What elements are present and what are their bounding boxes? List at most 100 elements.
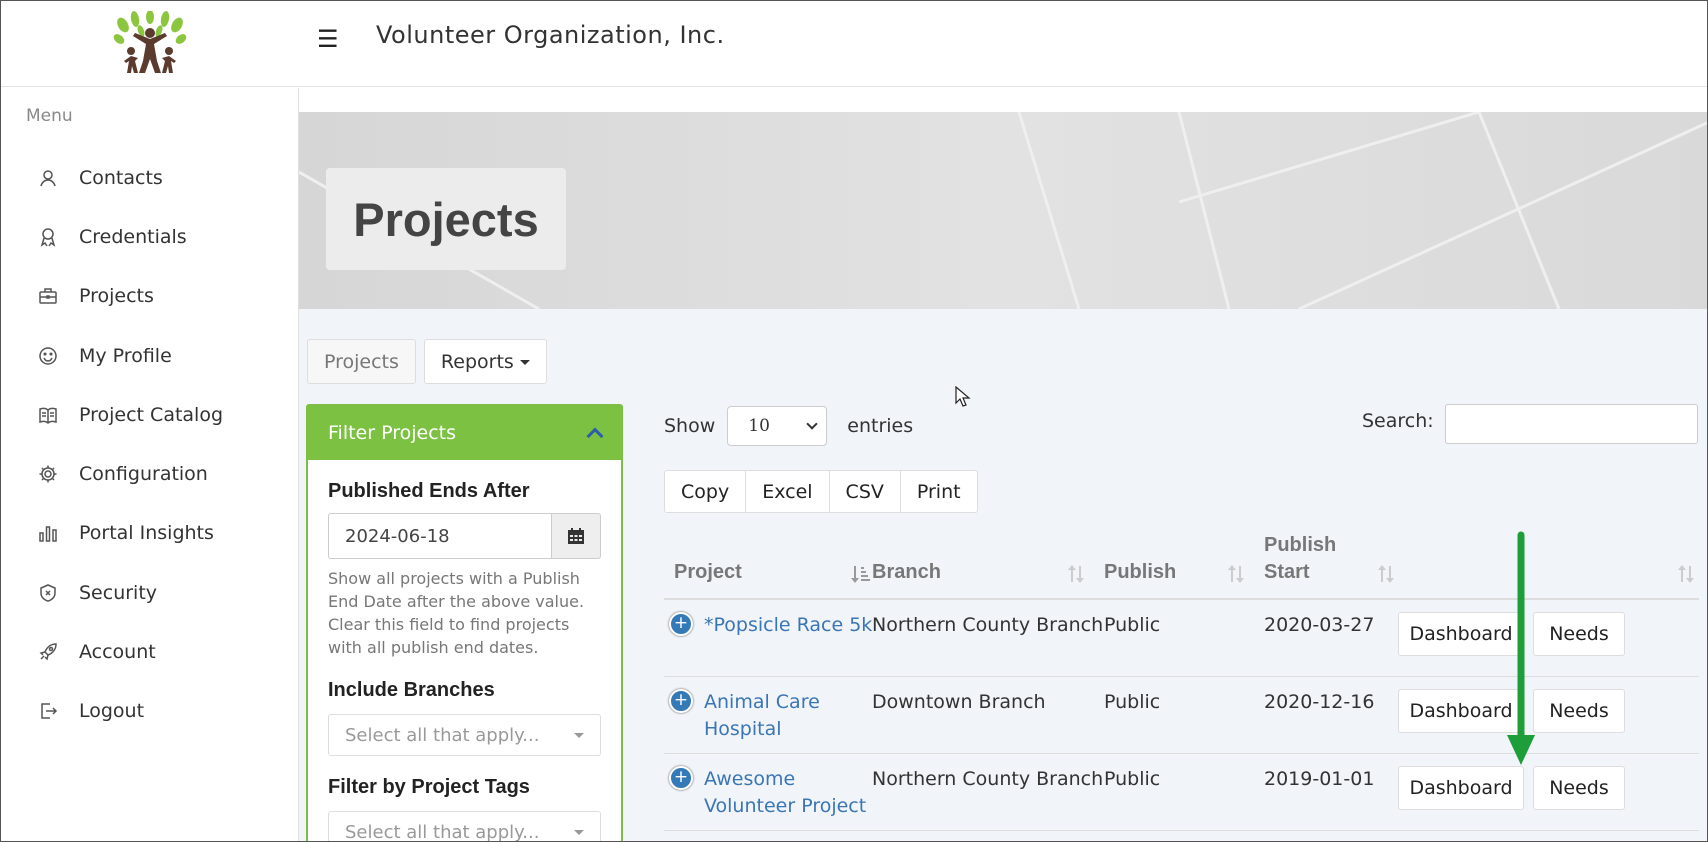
needs-button[interactable]: Needs (1533, 689, 1625, 733)
sort-desc-icon[interactable] (850, 564, 870, 584)
calendar-button[interactable] (551, 513, 601, 559)
bar-chart-icon (37, 522, 59, 544)
publish-start-cell: 2020-03-27 (1264, 614, 1375, 636)
header-branch[interactable]: Branch (872, 559, 941, 586)
published-ends-label: Published Ends After (328, 480, 530, 502)
csv-button[interactable]: CSV (828, 470, 901, 513)
hamburger-menu-icon[interactable]: ☰ (317, 25, 339, 53)
export-buttons: Copy Excel CSV Print (664, 470, 978, 513)
tags-select[interactable]: Select all that apply... (328, 811, 601, 842)
sidebar-item-account[interactable]: Account (1, 622, 299, 681)
sidebar-nav: Contacts Credentials Projects My Profile… (1, 148, 299, 741)
top-stripe (299, 88, 1707, 112)
menu-label: Menu (26, 106, 73, 126)
filter-panel-title: Filter Projects (328, 422, 456, 444)
smiley-icon (37, 345, 59, 367)
organization-logo (113, 11, 187, 73)
publish-start-cell: 2019-01-01 (1264, 768, 1375, 790)
sidebar-item-configuration[interactable]: Configuration (1, 444, 299, 503)
shield-icon (37, 582, 59, 604)
needs-button[interactable]: Needs (1533, 612, 1625, 656)
top-bar: ☰ Volunteer Organization, Inc. (1, 1, 1707, 87)
projects-table: Project Branch Publish Publish Start + *… (664, 533, 1699, 831)
header-publish[interactable]: Publish (1104, 559, 1176, 586)
sidebar-item-label: My Profile (79, 344, 172, 367)
chevron-down-icon (806, 418, 818, 430)
project-link[interactable]: Awesome Volunteer Project (704, 766, 874, 820)
sidebar-item-projects[interactable]: Projects (1, 267, 299, 326)
page-tabs: Projects Reports (307, 339, 547, 384)
search-input[interactable] (1445, 404, 1698, 444)
mouse-cursor-icon (955, 386, 971, 407)
excel-button[interactable]: Excel (745, 470, 830, 513)
tags-placeholder: Select all that apply... (345, 821, 540, 842)
publish-cell: Public (1104, 614, 1161, 636)
tab-reports-label: Reports (440, 350, 514, 373)
chevron-up-icon[interactable] (586, 427, 604, 445)
calendar-icon (568, 528, 584, 544)
sidebar-item-project-catalog[interactable]: Project Catalog (1, 385, 299, 444)
sidebar-item-label: Account (79, 641, 156, 664)
tab-projects[interactable]: Projects (307, 339, 416, 384)
sidebar-item-credentials[interactable]: Credentials (1, 207, 299, 266)
copy-button[interactable]: Copy (664, 470, 747, 513)
filter-panel-header[interactable]: Filter Projects (308, 406, 621, 460)
tags-label: Filter by Project Tags (328, 776, 530, 798)
table-row: + Animal Care Hospital Downtown Branch P… (664, 677, 1699, 754)
sidebar-item-label: Configuration (79, 463, 208, 486)
sidebar-item-label: Logout (79, 700, 145, 723)
sort-icon[interactable] (1676, 564, 1696, 584)
header-publish-start[interactable]: Publish Start (1264, 532, 1354, 586)
project-link[interactable]: *Popsicle Race 5k (704, 612, 874, 639)
header-project[interactable]: Project (674, 559, 742, 586)
logout-icon (37, 700, 59, 722)
sort-icon[interactable] (1066, 564, 1086, 584)
entries-length-control: Show 10 entries (664, 406, 913, 446)
sidebar-item-my-profile[interactable]: My Profile (1, 326, 299, 385)
sidebar-item-label: Contacts (79, 166, 163, 189)
award-icon (37, 226, 59, 248)
page-title-card: Projects (326, 168, 566, 270)
branches-select[interactable]: Select all that apply... (328, 714, 601, 756)
dashboard-button[interactable]: Dashboard (1398, 766, 1524, 810)
sidebar-item-label: Security (79, 581, 158, 604)
entries-select[interactable]: 10 (727, 406, 828, 446)
expand-row-icon[interactable]: + (669, 766, 693, 790)
print-button[interactable]: Print (899, 470, 978, 513)
branch-cell: Northern County Branch (872, 768, 1104, 790)
show-label: Show (664, 415, 716, 437)
branch-cell: Northern County Branch (872, 614, 1104, 636)
caret-down-icon (574, 732, 584, 738)
expand-row-icon[interactable]: + (669, 612, 693, 636)
table-row: + *Popsicle Race 5k Northern County Bran… (664, 600, 1699, 677)
branches-label: Include Branches (328, 679, 495, 701)
publish-start-cell: 2020-12-16 (1264, 691, 1375, 713)
annotation-arrow-icon (1507, 531, 1535, 765)
filter-panel: Filter Projects Published Ends After Sho… (306, 404, 623, 842)
search-label: Search: (1362, 410, 1434, 432)
tab-reports-dropdown[interactable]: Reports (423, 339, 547, 384)
app-window: ☰ Volunteer Organization, Inc. Menu Cont… (0, 0, 1708, 842)
main-content: Projects Projects Reports Filter Project… (299, 88, 1707, 842)
published-ends-input[interactable] (328, 513, 551, 559)
sidebar-item-logout[interactable]: Logout (1, 682, 299, 741)
project-link[interactable]: Animal Care Hospital (704, 689, 874, 743)
sidebar-item-contacts[interactable]: Contacts (1, 148, 299, 207)
gear-icon (37, 463, 59, 485)
entries-value: 10 (748, 416, 770, 436)
sidebar-item-security[interactable]: Security (1, 563, 299, 622)
entries-label: entries (847, 415, 914, 437)
expand-row-icon[interactable]: + (669, 689, 693, 713)
branches-placeholder: Select all that apply... (345, 724, 540, 746)
table-header: Project Branch Publish Publish Start (664, 533, 1699, 600)
published-ends-date-picker (328, 513, 601, 559)
caret-down-icon (519, 360, 530, 365)
sidebar-item-label: Project Catalog (79, 403, 224, 426)
needs-button[interactable]: Needs (1533, 766, 1625, 810)
sidebar-item-portal-insights[interactable]: Portal Insights (1, 504, 299, 563)
organization-title: Volunteer Organization, Inc. (376, 21, 725, 49)
sort-icon[interactable] (1376, 564, 1396, 584)
published-ends-help: Show all projects with a Publish End Dat… (328, 569, 585, 657)
sidebar-item-label: Credentials (79, 225, 187, 248)
sort-icon[interactable] (1226, 564, 1246, 584)
